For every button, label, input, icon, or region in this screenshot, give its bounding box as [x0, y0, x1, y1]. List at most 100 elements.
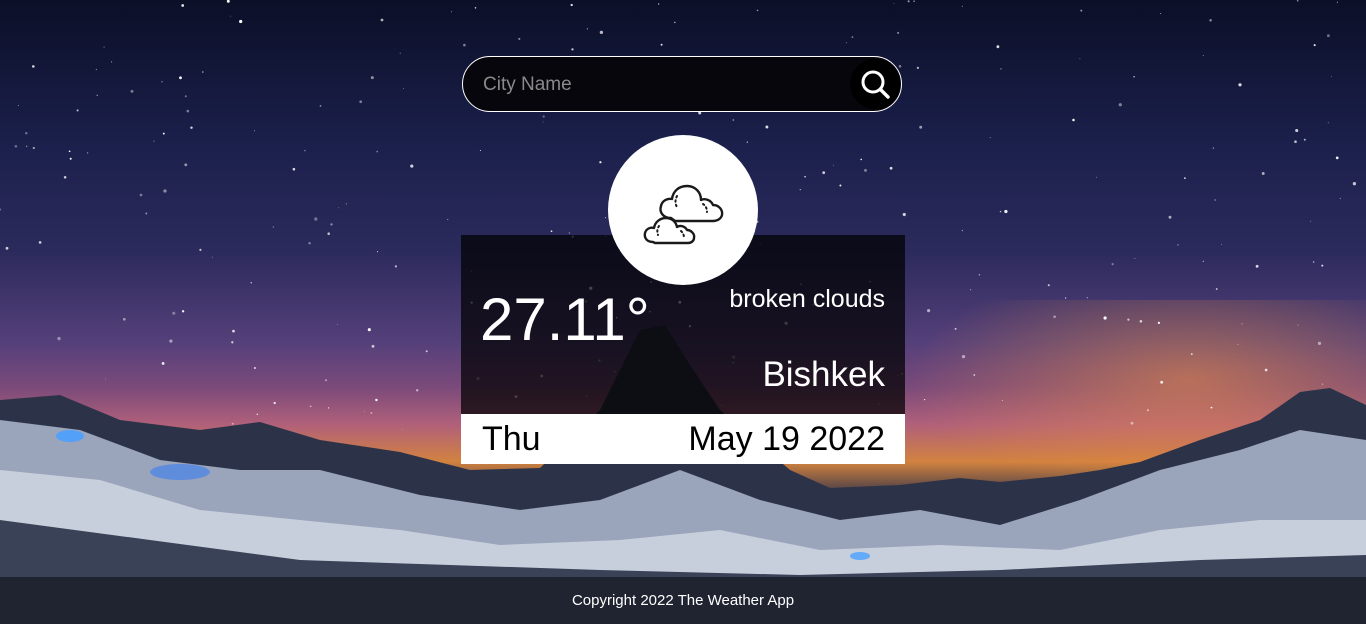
star	[145, 212, 148, 215]
star	[1072, 118, 1075, 122]
star	[1130, 421, 1134, 425]
star	[1001, 400, 1003, 402]
star	[851, 36, 854, 39]
star	[1095, 176, 1097, 178]
broken-clouds-icon	[643, 184, 724, 245]
star	[370, 76, 374, 80]
star	[1111, 263, 1114, 266]
star	[1335, 156, 1339, 160]
city-search-input[interactable]	[483, 69, 843, 101]
star	[63, 176, 67, 179]
star	[69, 157, 72, 160]
star	[327, 232, 330, 235]
star	[345, 203, 347, 205]
star	[550, 230, 553, 233]
star	[1215, 288, 1218, 290]
star	[371, 344, 375, 348]
star	[989, 137, 991, 139]
star	[1190, 353, 1193, 355]
star	[1134, 257, 1136, 259]
star	[913, 0, 915, 2]
star	[961, 230, 963, 232]
star	[1184, 177, 1186, 180]
star	[1295, 128, 1299, 133]
star	[1317, 341, 1322, 346]
star	[604, 217, 606, 219]
star	[403, 87, 405, 89]
star	[1310, 220, 1312, 222]
star	[410, 164, 414, 168]
weather-description: broken clouds	[729, 285, 885, 313]
star	[1157, 321, 1161, 325]
star	[1312, 261, 1315, 263]
star	[25, 132, 28, 135]
star	[765, 125, 769, 129]
star	[1047, 284, 1050, 287]
star	[746, 141, 748, 143]
star	[309, 405, 312, 408]
star	[542, 115, 545, 118]
star	[231, 341, 234, 344]
star	[0, 208, 2, 211]
star	[1160, 380, 1164, 384]
star	[184, 163, 188, 167]
star	[76, 109, 79, 112]
star	[898, 65, 902, 68]
star	[172, 311, 176, 315]
star	[1133, 75, 1135, 78]
star	[916, 66, 920, 70]
star	[86, 152, 89, 154]
star	[1303, 138, 1306, 141]
star	[954, 327, 957, 330]
copyright-text: Copyright 2022 The Weather App	[571, 592, 795, 609]
star	[394, 265, 398, 268]
star	[199, 248, 202, 251]
star	[1321, 383, 1324, 385]
star	[139, 193, 143, 197]
star	[163, 189, 167, 193]
star	[1294, 140, 1297, 144]
star	[907, 0, 910, 3]
star	[658, 3, 660, 5]
star	[399, 52, 401, 54]
star	[568, 232, 571, 234]
star	[1339, 198, 1341, 200]
star	[1212, 147, 1215, 149]
star	[1326, 34, 1330, 38]
star	[250, 282, 252, 284]
star	[1214, 199, 1217, 201]
star	[1255, 264, 1259, 268]
star	[447, 219, 449, 220]
star	[314, 217, 318, 221]
star	[961, 354, 966, 359]
star	[336, 323, 338, 325]
star	[179, 76, 182, 80]
star	[26, 145, 28, 147]
star	[380, 18, 384, 22]
star	[211, 256, 213, 258]
star	[839, 184, 842, 187]
star	[1202, 55, 1204, 57]
star	[799, 189, 801, 191]
star	[902, 212, 906, 217]
star	[1352, 182, 1357, 186]
star	[338, 207, 340, 209]
star	[162, 132, 165, 135]
star	[479, 150, 481, 151]
star	[68, 150, 71, 153]
star	[111, 61, 113, 63]
star	[889, 166, 893, 170]
star	[226, 0, 230, 3]
star	[463, 43, 466, 47]
star	[232, 329, 235, 333]
star	[38, 241, 42, 244]
star	[804, 175, 806, 178]
star	[1146, 409, 1149, 412]
star	[324, 379, 328, 382]
star	[1210, 406, 1213, 409]
star	[1264, 368, 1268, 372]
star	[1000, 68, 1002, 70]
search-bar	[462, 56, 902, 112]
search-button[interactable]	[850, 59, 900, 109]
star	[518, 37, 521, 40]
